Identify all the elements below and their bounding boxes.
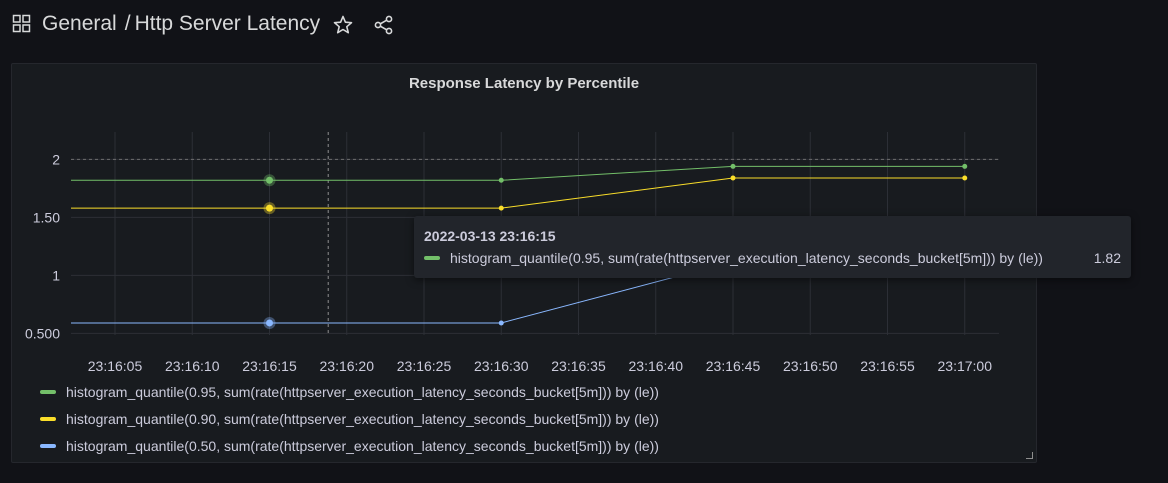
legend-swatch-p95 [40,389,56,394]
data-point-p50 [498,320,504,326]
legend-label-p95: histogram_quantile(0.95, sum(rate(httpse… [66,383,659,400]
data-point-p95 [962,163,968,169]
resize-handle-icon[interactable] [1026,452,1033,459]
share-icon[interactable] [373,14,395,36]
x-tick-label: 23:16:05 [88,358,143,374]
legend-label-p90: histogram_quantile(0.90, sum(rate(httpse… [66,410,659,427]
y-tick-label: 0.500 [25,325,60,341]
x-tick-label: 23:16:40 [629,358,684,374]
data-point-p90 [498,205,504,211]
x-tick-label: 23:16:10 [165,358,220,374]
tooltip-value: 1.82 [1093,250,1121,266]
breadcrumb-separator: / [124,12,131,35]
hover-point-p90 [266,204,273,212]
y-tick-label: 2 [52,151,60,167]
data-point-p95 [730,163,736,169]
breadcrumb: General / Http Server Latency [42,10,320,38]
legend-item-p50[interactable]: histogram_quantile(0.50, sum(rate(httpse… [40,432,659,459]
data-point-p90 [962,175,968,181]
hover-point-p95 [266,176,273,184]
legend-label-p50: histogram_quantile(0.50, sum(rate(httpse… [66,437,659,454]
dashboard-grid-icon[interactable] [12,14,32,34]
legend-item-p90[interactable]: histogram_quantile(0.90, sum(rate(httpse… [40,405,659,432]
breadcrumb-folder[interactable]: General [42,12,117,35]
data-point-p95 [498,177,504,183]
tooltip-series-label: histogram_quantile(0.95, sum(rate(httpse… [450,250,1043,266]
tooltip-swatch [424,256,440,260]
data-point-p90 [730,175,736,181]
legend-swatch-p90 [40,416,56,421]
star-icon[interactable] [332,14,354,36]
x-tick-label: 23:16:35 [551,358,606,374]
y-tick-label: 1.50 [33,209,60,225]
x-tick-label: 23:17:00 [938,358,993,374]
chart-tooltip: 2022-03-13 23:16:15 histogram_quantile(0… [414,216,1131,278]
x-tick-label: 23:16:25 [397,358,452,374]
dashboard-header: General / Http Server Latency [0,0,1168,50]
tooltip-timestamp: 2022-03-13 23:16:15 [424,228,556,244]
legend-swatch-p50 [40,443,56,448]
chart-legend: histogram_quantile(0.95, sum(rate(httpse… [40,378,659,459]
x-tick-label: 23:16:30 [474,358,529,374]
hover-point-p50 [266,319,273,327]
dashboard-title[interactable]: Http Server Latency [135,12,321,35]
legend-item-p95[interactable]: histogram_quantile(0.95, sum(rate(httpse… [40,378,659,405]
x-tick-label: 23:16:50 [783,358,838,374]
x-tick-label: 23:16:15 [242,358,297,374]
tooltip-row: histogram_quantile(0.95, sum(rate(httpse… [424,250,1121,266]
x-tick-label: 23:16:55 [860,358,915,374]
x-tick-label: 23:16:20 [320,358,375,374]
y-tick-label: 1 [52,267,60,283]
x-tick-label: 23:16:45 [706,358,761,374]
series-line-p90 [71,177,965,209]
